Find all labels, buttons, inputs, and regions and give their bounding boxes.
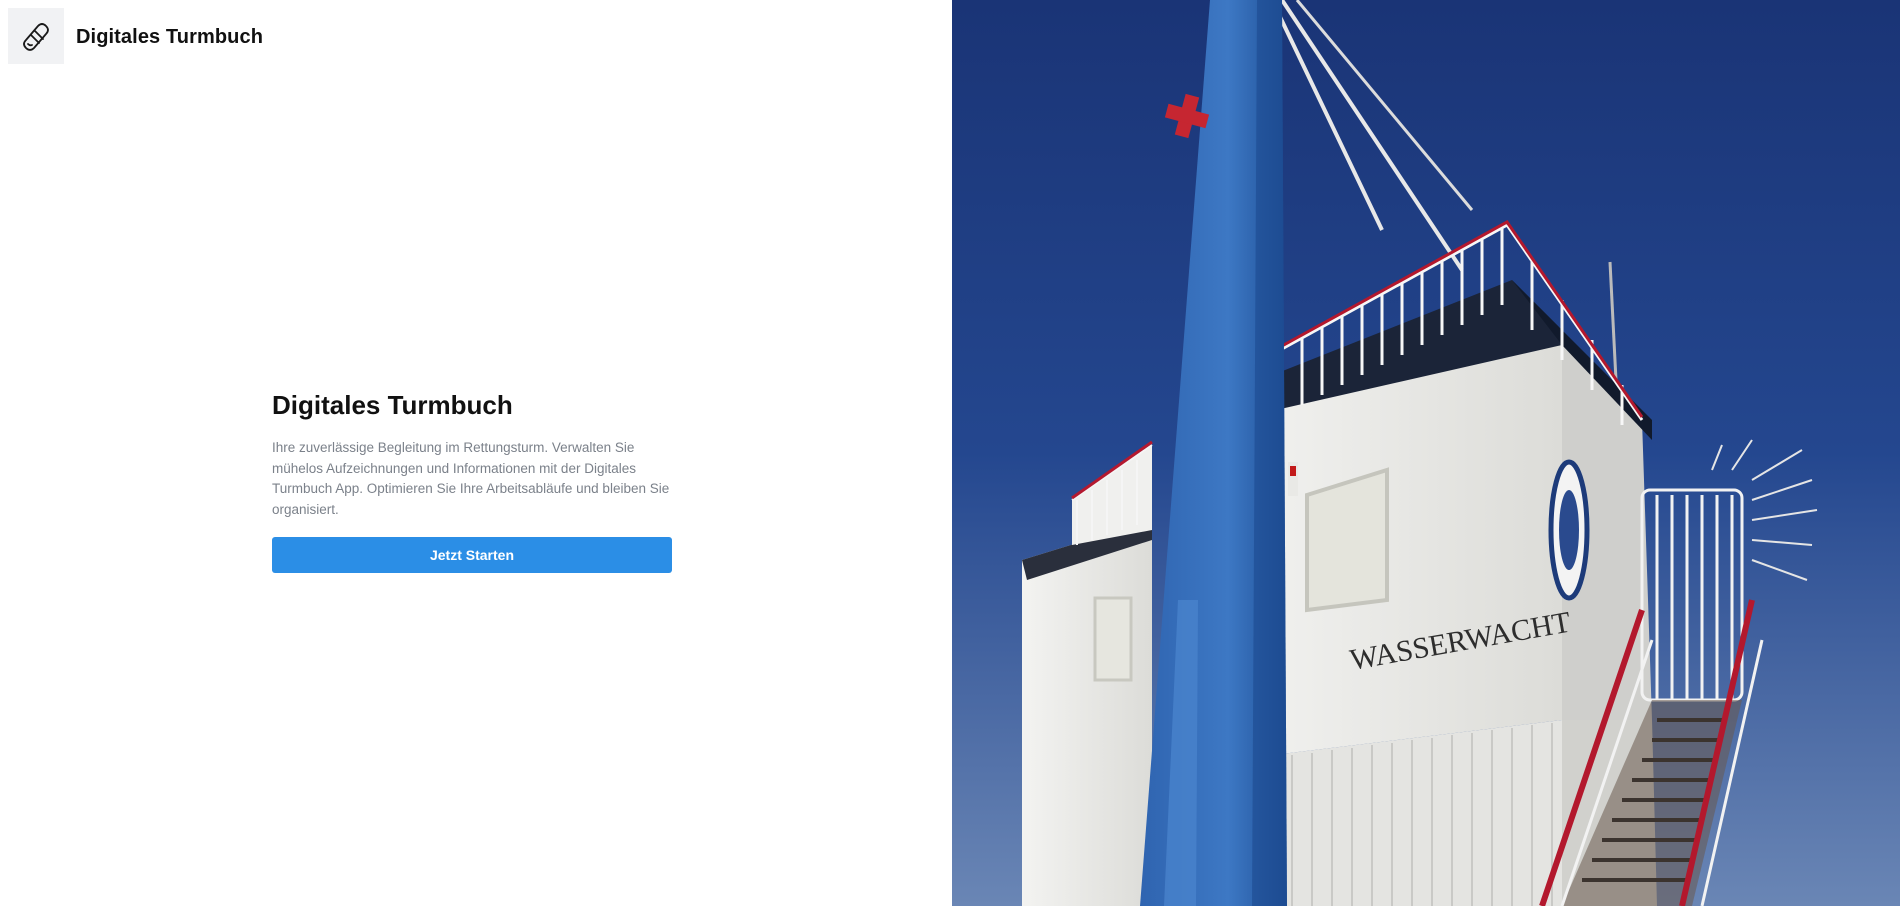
app-name: Digitales Turmbuch: [76, 26, 264, 48]
start-button[interactable]: Jetzt Starten: [272, 537, 672, 573]
hero-image: WASSERWACHT: [952, 0, 1900, 906]
lifebuoy-band-icon: [23, 23, 49, 51]
app-logo[interactable]: [8, 8, 64, 64]
hero-title: Digitales Turmbuch: [272, 390, 513, 420]
hero-section: Digitales Turmbuch Ihre zuverlässige Beg…: [272, 388, 672, 573]
landing-page: Digitales Turmbuch Digitales Turmbuch Ih…: [0, 0, 1900, 906]
lifeguard-tower-photo: WASSERWACHT: [952, 0, 1900, 906]
hero-description: Ihre zuverlässige Begleitung im Rettungs…: [272, 440, 670, 517]
left-panel: Digitales Turmbuch Digitales Turmbuch Ih…: [0, 0, 952, 906]
